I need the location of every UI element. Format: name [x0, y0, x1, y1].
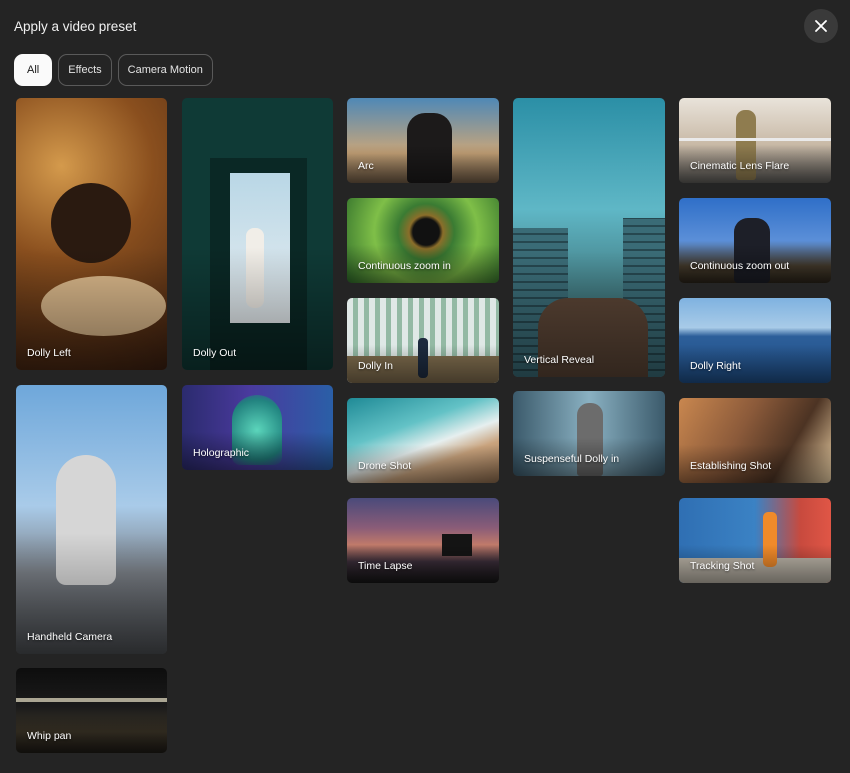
preset-label: Dolly In — [358, 360, 394, 372]
filter-chip-camera-motion[interactable]: Camera Motion — [117, 54, 213, 86]
preset-label: Cinematic Lens Flare — [690, 160, 790, 172]
preset-label: Vertical Reveal — [524, 354, 595, 366]
preset-label: Handheld Camera — [27, 631, 113, 643]
preset-card-vertical-reveal[interactable]: Vertical Reveal — [513, 98, 665, 377]
preset-card-establishing-shot[interactable]: Establishing Shot — [679, 398, 831, 483]
preset-card-dolly-in[interactable]: Dolly In — [347, 298, 499, 383]
preset-card-cinematic-lens-flare[interactable]: Cinematic Lens Flare — [679, 98, 831, 183]
preset-thumbnail-shade — [16, 98, 167, 370]
preset-label: Time Lapse — [358, 560, 413, 572]
preset-label: Tracking Shot — [690, 560, 755, 572]
filter-chip-all[interactable]: All — [14, 54, 53, 86]
dialog-title: Apply a video preset — [14, 19, 137, 34]
preset-card-continuous-zoom-in[interactable]: Continuous zoom in — [347, 198, 499, 283]
preset-thumbnail-shade — [513, 98, 665, 377]
preset-thumbnail-shade — [16, 385, 167, 654]
preset-card-arc[interactable]: Arc — [347, 98, 499, 183]
preset-card-holographic[interactable]: Holographic — [182, 385, 333, 470]
preset-label: Establishing Shot — [690, 460, 772, 472]
preset-card-tracking-shot[interactable]: Tracking Shot — [679, 498, 831, 583]
preset-card-dolly-right[interactable]: Dolly Right — [679, 298, 831, 383]
preset-label: Dolly Left — [27, 347, 71, 359]
preset-card-handheld-camera[interactable]: Handheld Camera — [16, 385, 167, 654]
preset-label: Continuous zoom out — [690, 260, 790, 272]
preset-card-whip-pan[interactable]: Whip pan — [16, 668, 167, 753]
filter-chips: All Effects Camera Motion — [14, 54, 213, 86]
preset-thumbnail-shade — [182, 98, 333, 370]
preset-label: Continuous zoom in — [358, 260, 451, 272]
close-button[interactable] — [804, 9, 838, 43]
preset-card-suspenseful-dolly-in[interactable]: Suspenseful Dolly in — [513, 391, 665, 476]
preset-label: Holographic — [193, 447, 250, 459]
preset-card-drone-shot[interactable]: Drone Shot — [347, 398, 499, 483]
preset-card-dolly-out[interactable]: Dolly Out — [182, 98, 333, 370]
preset-label: Suspenseful Dolly in — [524, 453, 620, 465]
preset-label: Dolly Out — [193, 347, 237, 359]
close-icon — [815, 20, 827, 32]
preset-label: Arc — [358, 160, 374, 172]
preset-card-continuous-zoom-out[interactable]: Continuous zoom out — [679, 198, 831, 283]
preset-label: Drone Shot — [358, 460, 412, 472]
preset-card-time-lapse[interactable]: Time Lapse — [347, 498, 499, 583]
preset-label: Whip pan — [27, 730, 72, 742]
filter-chip-effects[interactable]: Effects — [58, 54, 112, 86]
preset-card-dolly-left[interactable]: Dolly Left — [16, 98, 167, 370]
preset-label: Dolly Right — [690, 360, 741, 372]
